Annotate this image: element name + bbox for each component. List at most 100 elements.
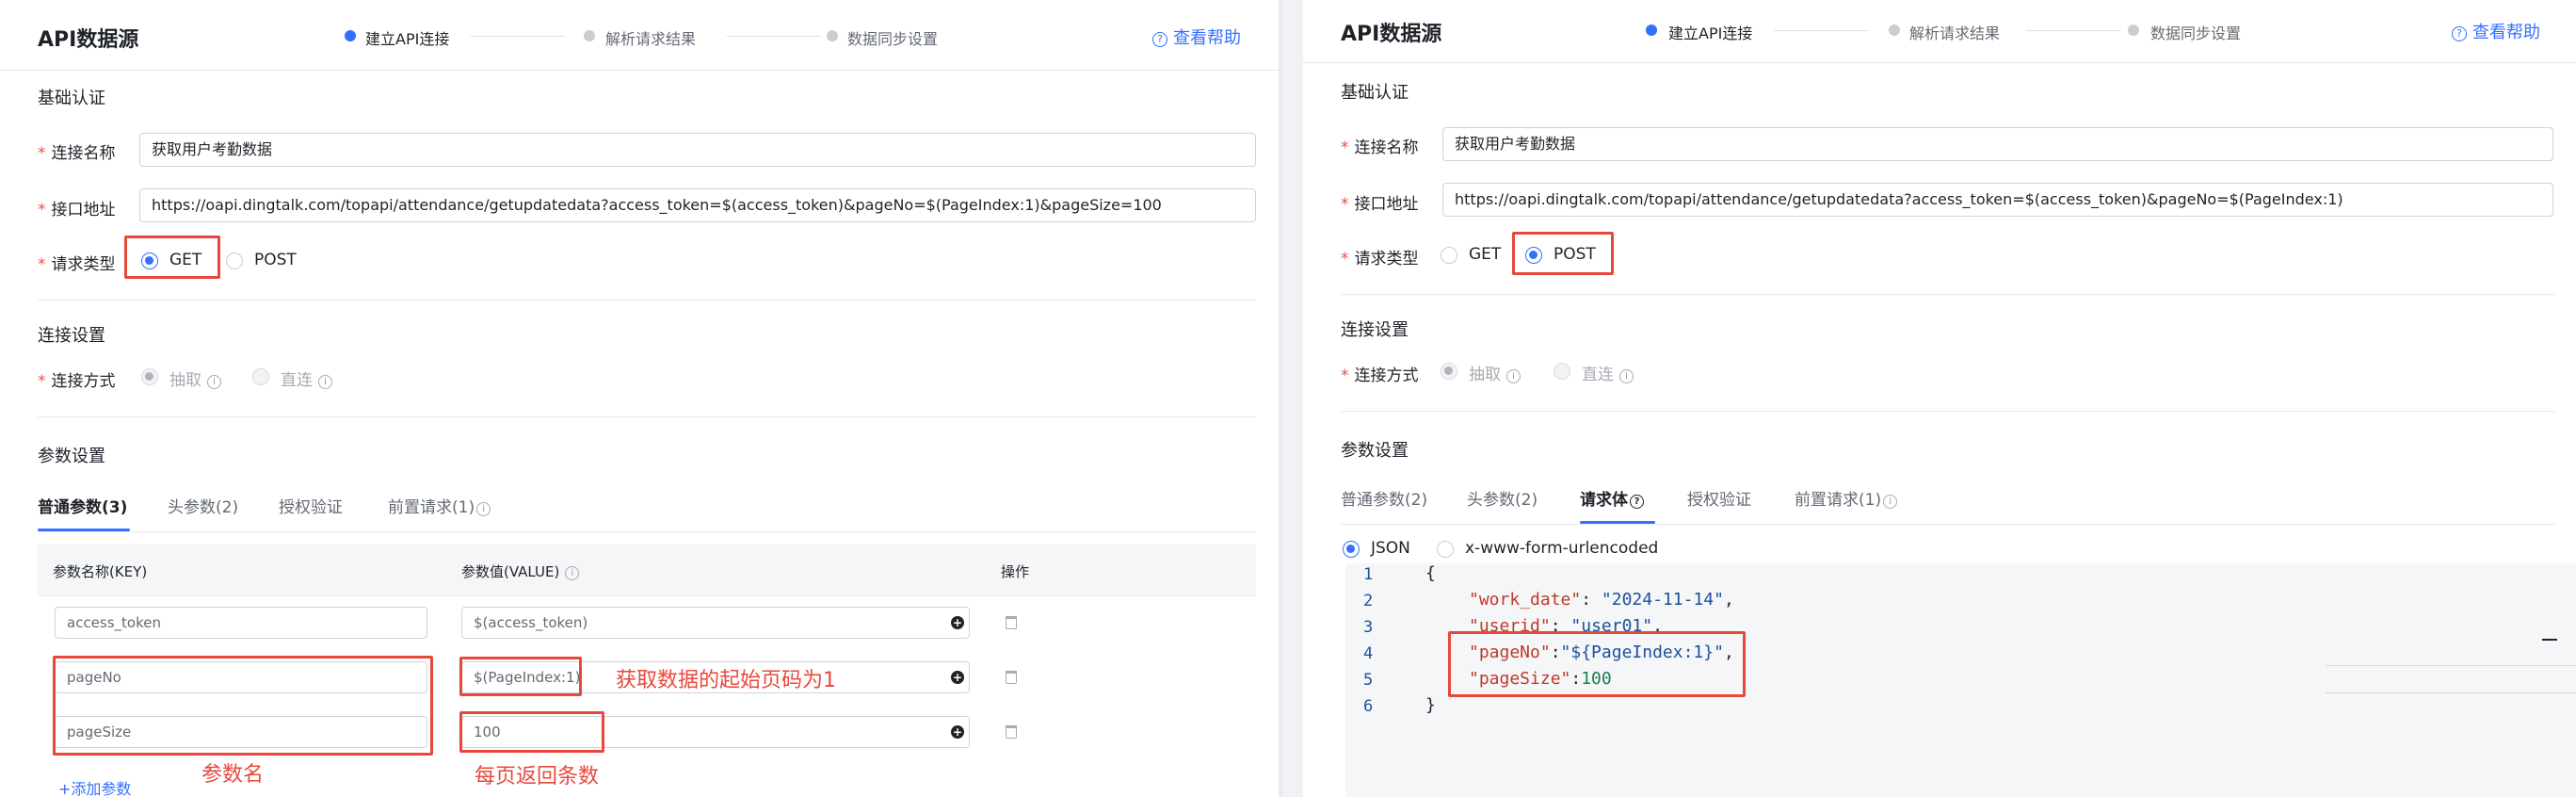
- tab-pre-request[interactable]: 前置请求(1) i: [1795, 486, 1898, 510]
- radio-extract[interactable]: [141, 368, 158, 385]
- active-line-highlight: [2326, 665, 2576, 693]
- trash-icon[interactable]: [1006, 725, 1017, 739]
- annotation-box-pageindex: [459, 657, 582, 696]
- conn-name-input[interactable]: 获取用户考勤数据: [1442, 127, 2553, 161]
- section-param-settings: 参数设置: [1341, 441, 1409, 461]
- radio-direct-label: 直连 i: [281, 366, 332, 390]
- tab-header-params[interactable]: 头参数(2): [1467, 486, 1538, 510]
- col-value: 参数值(VALUE) i: [461, 561, 580, 581]
- tab-auth[interactable]: 授权验证: [279, 494, 343, 517]
- step-connector: [2026, 30, 2120, 31]
- plus-circle-icon[interactable]: +: [951, 671, 964, 684]
- step-connector: [1774, 30, 1868, 31]
- radio-post[interactable]: [226, 252, 243, 269]
- conn-name-label: * 连接名称: [1341, 138, 1419, 157]
- conn-mode-label: * 连接方式: [1341, 366, 1419, 385]
- divider: [1341, 524, 2555, 525]
- divider: [1341, 294, 2555, 295]
- step-dot-active: [1646, 24, 1657, 36]
- divider: [0, 70, 1279, 71]
- url-label: * 接口地址: [1341, 195, 1419, 214]
- help-link[interactable]: ? 查看帮助: [1152, 24, 1241, 49]
- radio-body-form[interactable]: [1437, 541, 1454, 558]
- divider: [38, 300, 1256, 301]
- url-label: * 接口地址: [38, 201, 116, 220]
- line-number: 4: [1363, 644, 1374, 663]
- radio-extract[interactable]: [1441, 363, 1457, 380]
- help-label: 查看帮助: [1173, 28, 1241, 48]
- step-dot: [584, 30, 595, 41]
- annotation-box-body-params: [1448, 631, 1746, 697]
- section-basic-auth: 基础认证: [1341, 83, 1409, 103]
- step-2[interactable]: 解析请求结果: [605, 26, 696, 49]
- line-number: 5: [1363, 671, 1374, 690]
- tab-pre-request[interactable]: 前置请求(1) i: [388, 494, 491, 517]
- radio-get-label: GET: [1469, 245, 1502, 264]
- url-input[interactable]: https://oapi.dingtalk.com/topapi/attenda…: [1442, 183, 2553, 217]
- table-header: [38, 545, 1256, 595]
- annotation-start-page: 获取数据的起始页码为1: [616, 669, 836, 692]
- right-screenshot-panel: API数据源 建立API连接 解析请求结果 数据同步设置 ? 查看帮助 基础认证 …: [1303, 0, 2576, 797]
- tab-header-params[interactable]: 头参数(2): [168, 494, 238, 517]
- col-key: 参数名称(KEY): [53, 563, 148, 580]
- section-conn-settings: 连接设置: [1341, 320, 1409, 340]
- divider: [38, 595, 1256, 596]
- step-1[interactable]: 建立API连接: [365, 26, 449, 49]
- question-circle-icon: ?: [2452, 26, 2467, 41]
- step-dot-active: [345, 30, 356, 41]
- info-icon: i: [1883, 495, 1898, 509]
- step-connector: [727, 36, 821, 37]
- radio-post-label: POST: [254, 251, 297, 269]
- divider: [38, 416, 1256, 417]
- plus-circle-icon[interactable]: +: [951, 616, 964, 629]
- radio-direct[interactable]: [1554, 363, 1570, 380]
- conn-name-label: * 连接名称: [38, 144, 116, 163]
- info-icon: i: [476, 502, 491, 516]
- conn-mode-label: * 连接方式: [38, 372, 116, 391]
- divider: [38, 531, 1256, 532]
- radio-body-form-label: x-www-form-urlencoded: [1465, 539, 1659, 558]
- line-number: 2: [1363, 592, 1374, 610]
- plus-circle-icon[interactable]: +: [951, 725, 964, 739]
- code-line: }: [1425, 695, 1436, 715]
- radio-extract-label: 抽取 i: [1469, 361, 1521, 384]
- radio-body-json[interactable]: [1343, 541, 1360, 558]
- url-input[interactable]: https://oapi.dingtalk.com/topapi/attenda…: [139, 188, 1256, 222]
- tab-request-body[interactable]: 请求体?: [1580, 486, 1644, 510]
- editor-scroll-marker: [2542, 639, 2557, 641]
- trash-icon[interactable]: [1006, 616, 1017, 629]
- step-2[interactable]: 解析请求结果: [1909, 21, 2000, 43]
- help-link[interactable]: ? 查看帮助: [2452, 19, 2540, 43]
- annotation-page-size: 每页返回条数: [475, 765, 600, 789]
- step-dot: [2128, 24, 2139, 36]
- section-basic-auth: 基础认证: [38, 89, 105, 108]
- step-3[interactable]: 数据同步设置: [847, 26, 938, 49]
- info-icon: i: [565, 566, 580, 580]
- conn-name-input[interactable]: 获取用户考勤数据: [139, 133, 1256, 167]
- tab-normal-params[interactable]: 普通参数(3): [38, 494, 127, 517]
- radio-direct[interactable]: [252, 368, 269, 385]
- radio-extract-label: 抽取 i: [169, 366, 221, 390]
- annotation-box-get: [124, 236, 220, 279]
- line-number: 3: [1363, 618, 1374, 637]
- info-icon: i: [1619, 369, 1634, 383]
- question-circle-icon: ?: [1630, 495, 1644, 509]
- param-value-input[interactable]: $(access_token): [461, 607, 970, 639]
- radio-get[interactable]: [1441, 247, 1457, 264]
- radio-body-json-label: JSON: [1371, 539, 1410, 558]
- section-param-settings: 参数设置: [38, 447, 105, 466]
- left-screenshot-panel: API数据源 建立API连接 解析请求结果 数据同步设置 ? 查看帮助 基础认证 …: [0, 0, 1282, 797]
- step-1[interactable]: 建立API连接: [1668, 21, 1752, 43]
- req-type-label: * 请求类型: [1341, 250, 1419, 268]
- trash-icon[interactable]: [1006, 671, 1017, 684]
- info-icon: i: [318, 375, 332, 389]
- req-type-label: * 请求类型: [38, 255, 116, 274]
- section-conn-settings: 连接设置: [38, 326, 105, 346]
- add-param-link[interactable]: +添加参数: [58, 776, 131, 797]
- param-key-input[interactable]: access_token: [55, 607, 427, 639]
- step-3[interactable]: 数据同步设置: [2150, 21, 2241, 43]
- tab-normal-params[interactable]: 普通参数(2): [1341, 486, 1427, 510]
- divider: [1341, 411, 2555, 412]
- tab-auth[interactable]: 授权验证: [1687, 486, 1751, 510]
- question-circle-icon: ?: [1152, 32, 1167, 47]
